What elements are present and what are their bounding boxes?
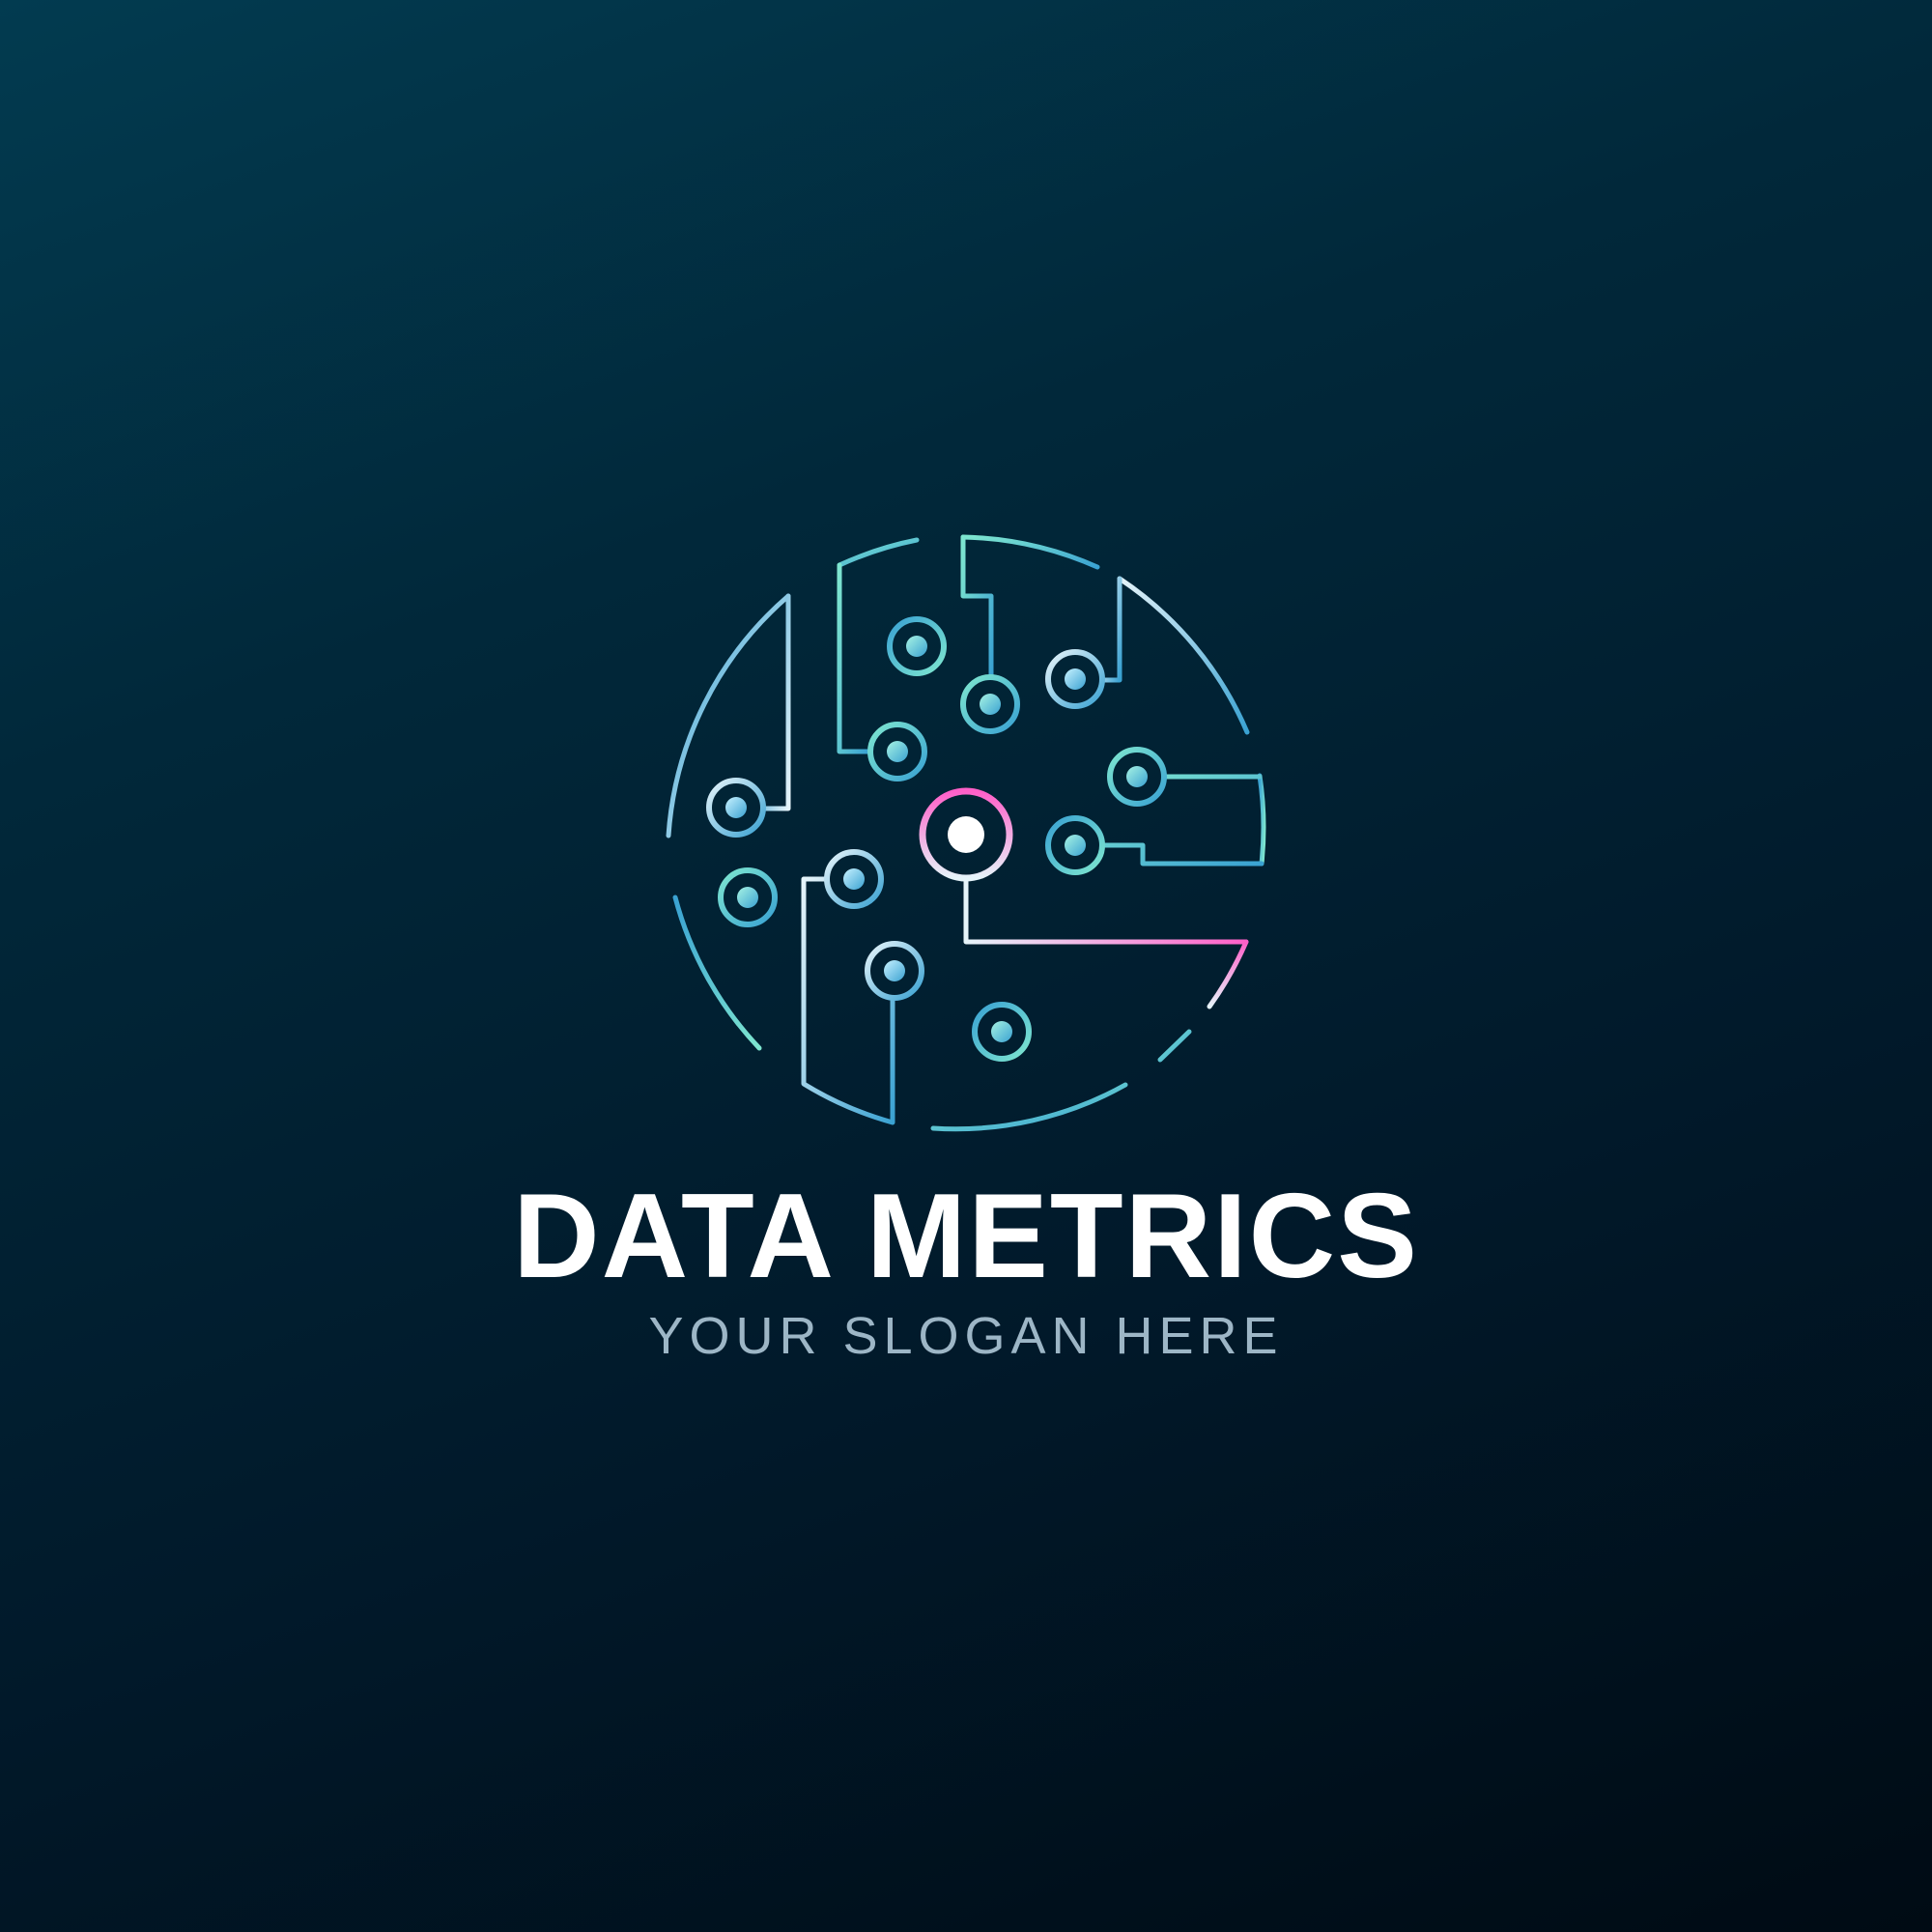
- circuit-trace: [1101, 774, 1264, 867]
- outer-arc-segment: [672, 895, 762, 1051]
- node-dot: [843, 868, 865, 890]
- circuit-trace: [963, 876, 1249, 945]
- node-dot: [884, 960, 905, 981]
- outer-arc-segment: [1157, 1029, 1192, 1063]
- slogan: YOUR SLOGAN HERE: [648, 1307, 1284, 1365]
- outer-arc-segment: [837, 537, 920, 568]
- outer-arc-segment: [1257, 773, 1266, 867]
- center-node-dot: [948, 816, 984, 853]
- circuit-trace: [837, 562, 870, 754]
- circuit-trace: [801, 876, 895, 1125]
- node-dot: [737, 887, 758, 908]
- logo-canvas: DATA METRICS YOUR SLOGAN HERE: [0, 0, 1932, 1932]
- outer-arc-segment: [1117, 576, 1250, 735]
- outer-arc-segment: [666, 593, 791, 838]
- circuit-globe-icon: [666, 534, 1266, 1132]
- node-dot: [1126, 766, 1148, 787]
- node-dot: [887, 741, 908, 762]
- node-dot: [1065, 835, 1086, 856]
- brand-name: DATA METRICS: [513, 1170, 1419, 1303]
- node-dot: [991, 1021, 1012, 1042]
- circuit-trace: [960, 534, 994, 679]
- circuit-trace: [1100, 576, 1122, 683]
- node-dot: [1065, 668, 1086, 690]
- outer-arc-segment: [930, 1082, 1128, 1132]
- node-dot: [725, 797, 747, 818]
- node-dot: [906, 636, 927, 657]
- circuit-trace: [762, 593, 791, 811]
- outer-arc-segment: [1207, 939, 1249, 1009]
- outer-arc-segment: [960, 534, 1100, 570]
- node-dot: [980, 694, 1001, 715]
